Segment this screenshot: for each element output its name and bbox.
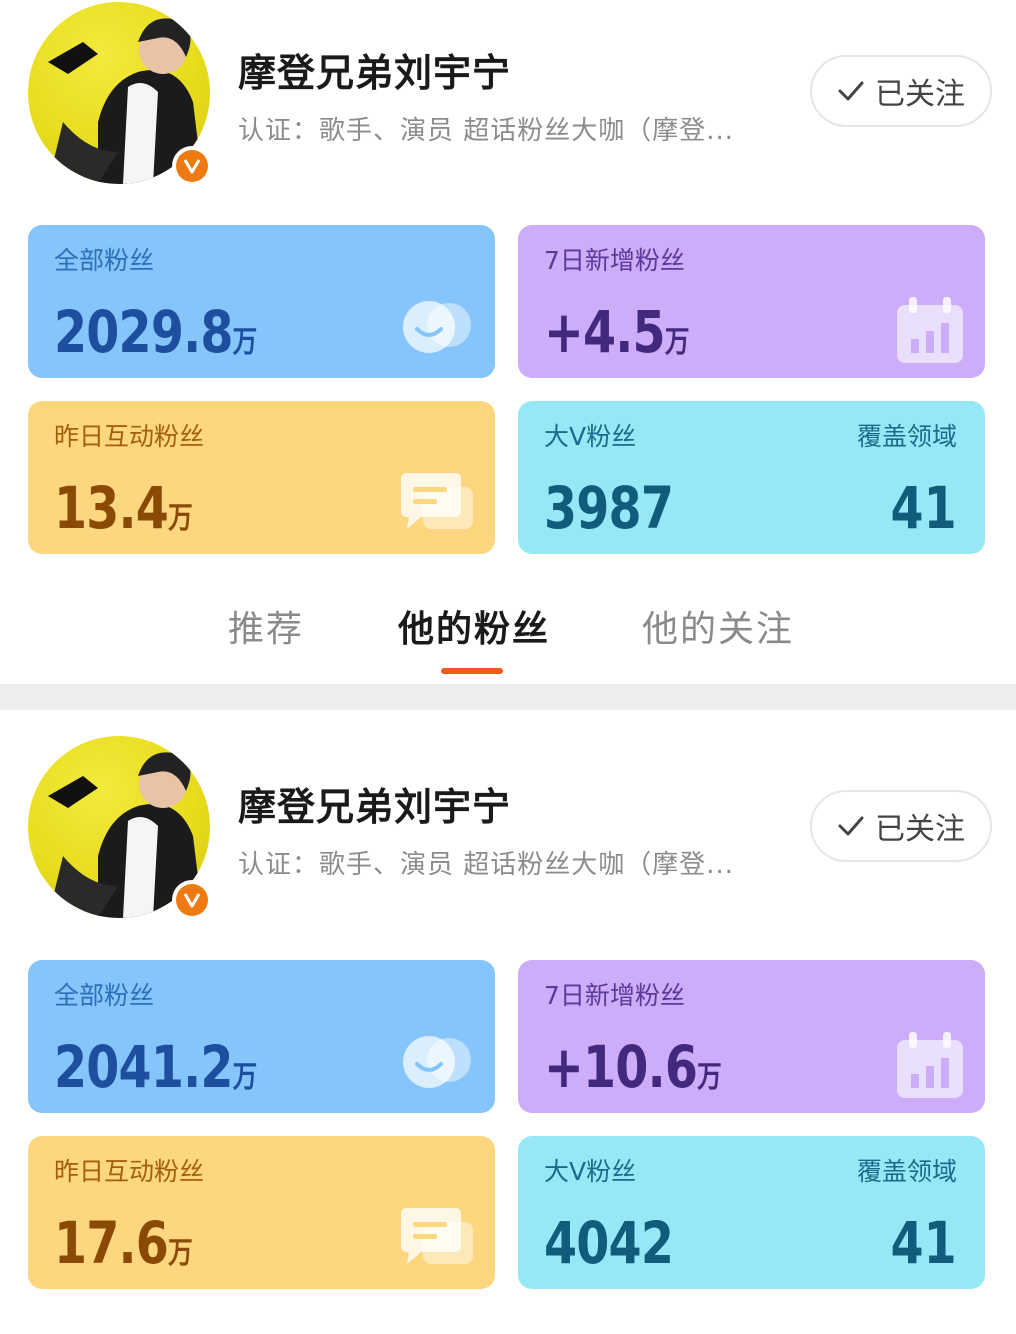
total-fans-card[interactable]: 全部粉丝 2029.8万 — [28, 225, 495, 378]
total-fans-value: 2029.8万 — [54, 298, 258, 366]
coverage-value: 41 — [890, 1209, 957, 1277]
new-fans-7d-card[interactable]: 7日新增粉丝 +4.5万 — [518, 225, 985, 378]
total-fans-label: 全部粉丝 — [54, 246, 155, 275]
coverage-value: 41 — [890, 474, 957, 542]
follow-button[interactable]: 已关注 — [810, 55, 992, 127]
interactive-fans-label: 昨日互动粉丝 — [54, 1157, 205, 1186]
profile-header-2: 摩登兄弟刘宇宁 认证：歌手、演员 超话粉丝大咖（摩登... 已关注 全部粉丝 2… — [0, 710, 1016, 1334]
bigv-fans-label: 大V粉丝 — [544, 1157, 637, 1186]
new-fans-7d-label: 7日新增粉丝 — [544, 981, 685, 1010]
chat-bubble-icon — [401, 1208, 473, 1264]
profile-name: 摩登兄弟刘宇宁 — [238, 51, 512, 95]
fans-icon — [403, 301, 471, 353]
bigv-fans-label: 大V粉丝 — [544, 422, 637, 451]
interactive-fans-label: 昨日互动粉丝 — [54, 422, 205, 451]
calendar-chart-icon — [897, 1032, 963, 1098]
follow-button[interactable]: 已关注 — [810, 790, 992, 862]
coverage-label: 覆盖领域 — [856, 1157, 957, 1186]
bigv-fans-card[interactable]: 大V粉丝 覆盖领域 3987 41 — [518, 401, 985, 554]
fans-icon — [403, 1036, 471, 1088]
verified-v-icon — [183, 893, 201, 908]
bigv-fans-value: 4042 — [544, 1209, 674, 1277]
verified-badge — [172, 880, 212, 920]
follow-button-label: 已关注 — [875, 77, 965, 112]
interactive-fans-value: 13.4万 — [54, 474, 193, 542]
new-fans-7d-value: +4.5万 — [544, 298, 690, 366]
interactive-fans-value: 17.6万 — [54, 1209, 193, 1277]
verified-badge — [172, 146, 212, 186]
section-divider — [0, 684, 1016, 710]
total-fans-value: 2041.2万 — [54, 1033, 258, 1101]
profile-name: 摩登兄弟刘宇宁 — [238, 785, 512, 829]
checkmark-icon — [838, 816, 864, 836]
coverage-label: 覆盖领域 — [856, 422, 957, 451]
total-fans-label: 全部粉丝 — [54, 981, 155, 1010]
profile-header-1: 摩登兄弟刘宇宁 认证：歌手、演员 超话粉丝大咖（摩登... 已关注 全部粉丝 2… — [0, 0, 1016, 684]
new-fans-7d-label: 7日新增粉丝 — [544, 246, 685, 275]
tab-his-fans[interactable]: 他的粉丝 — [398, 600, 550, 652]
new-fans-7d-card[interactable]: 7日新增粉丝 +10.6万 — [518, 960, 985, 1113]
bigv-fans-card[interactable]: 大V粉丝 覆盖领域 4042 41 — [518, 1136, 985, 1289]
new-fans-7d-value: +10.6万 — [544, 1033, 722, 1101]
tab-recommend[interactable]: 推荐 — [228, 600, 304, 652]
interactive-fans-card[interactable]: 昨日互动粉丝 17.6万 — [28, 1136, 495, 1289]
bigv-fans-value: 3987 — [544, 474, 674, 542]
follow-button-label: 已关注 — [875, 812, 965, 847]
verification-text: 认证：歌手、演员 超话粉丝大咖（摩登... — [238, 116, 735, 146]
tab-his-following[interactable]: 他的关注 — [642, 600, 794, 652]
active-tab-indicator — [441, 668, 503, 674]
verified-v-icon — [183, 159, 201, 174]
verification-text: 认证：歌手、演员 超话粉丝大咖（摩登... — [238, 850, 735, 880]
total-fans-card[interactable]: 全部粉丝 2041.2万 — [28, 960, 495, 1113]
chat-bubble-icon — [401, 473, 473, 529]
interactive-fans-card[interactable]: 昨日互动粉丝 13.4万 — [28, 401, 495, 554]
checkmark-icon — [838, 81, 864, 101]
calendar-chart-icon — [897, 297, 963, 363]
tab-bar: 推荐 他的粉丝 他的关注 — [0, 600, 1016, 680]
